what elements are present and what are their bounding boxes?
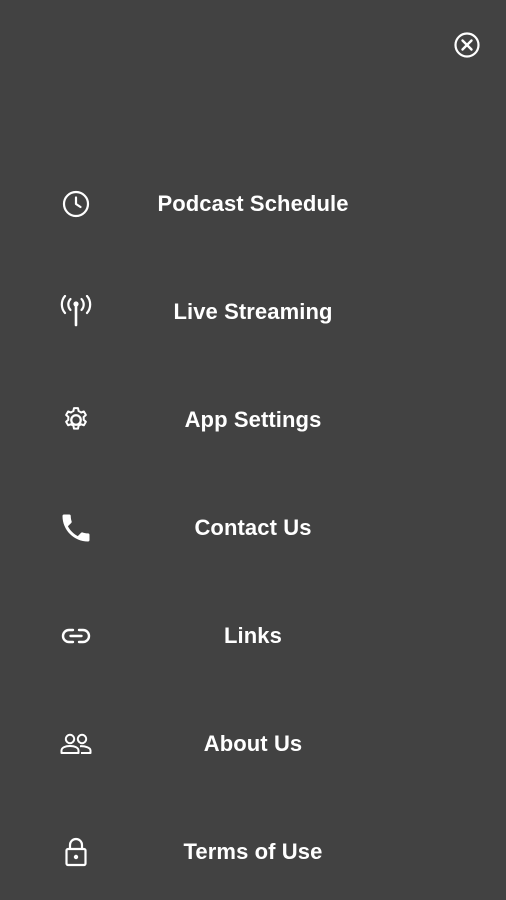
- drawer-menu: Podcast Schedule Live Streaming App Sett…: [0, 150, 506, 900]
- navigation-drawer: Podcast Schedule Live Streaming App Sett…: [0, 0, 506, 900]
- menu-item-label: About Us: [203, 731, 303, 756]
- menu-item-contact-us[interactable]: Contact Us: [0, 474, 506, 582]
- menu-item-label: Podcast Schedule: [157, 191, 349, 216]
- menu-item-label: Contact Us: [194, 515, 312, 540]
- menu-item-label: Terms of Use: [183, 839, 323, 864]
- menu-item-links[interactable]: Links: [0, 582, 506, 690]
- menu-item-about-us[interactable]: About Us: [0, 690, 506, 798]
- close-button[interactable]: [452, 30, 482, 60]
- menu-item-terms-of-use[interactable]: Terms of Use: [0, 798, 506, 900]
- menu-item-app-settings[interactable]: App Settings: [0, 366, 506, 474]
- close-circle-icon: [453, 31, 481, 59]
- menu-item-podcast-schedule[interactable]: Podcast Schedule: [0, 150, 506, 258]
- menu-item-label: Links: [224, 623, 282, 648]
- menu-item-label: Live Streaming: [173, 299, 333, 324]
- menu-item-live-streaming[interactable]: Live Streaming: [0, 258, 506, 366]
- menu-item-label: App Settings: [184, 407, 322, 432]
